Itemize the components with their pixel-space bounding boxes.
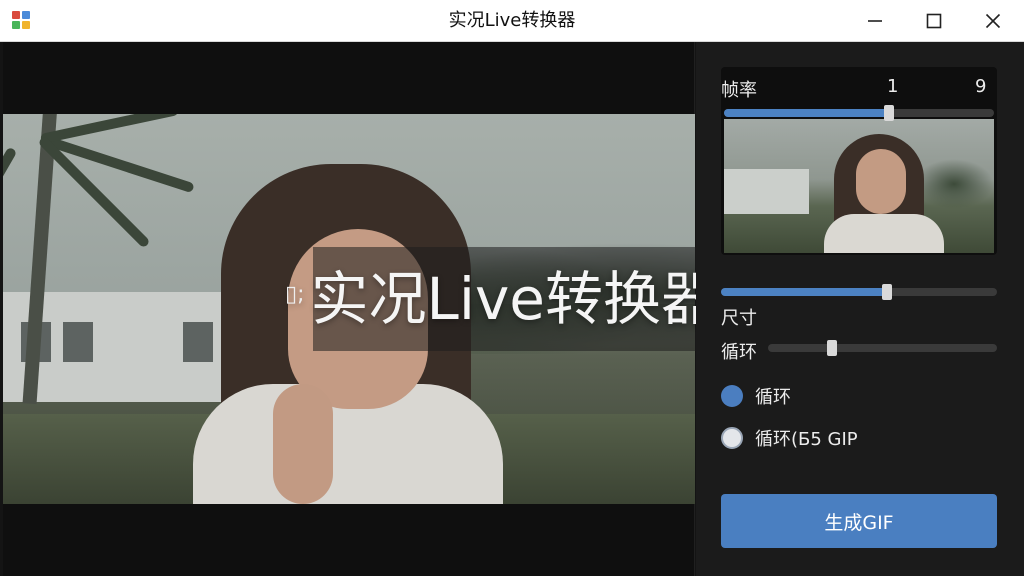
loop-slider-handle[interactable] <box>827 340 837 356</box>
maximize-button[interactable] <box>905 0 963 42</box>
video-preview[interactable]: ▯; 实况Live转换器 <box>3 42 727 576</box>
size-slider-handle[interactable] <box>882 284 892 300</box>
frame-rate-slider[interactable] <box>724 105 994 121</box>
frame-rate-value-right: 9 <box>975 76 987 97</box>
close-icon <box>985 13 1001 29</box>
close-button[interactable] <box>964 0 1022 42</box>
size-slider-fill <box>721 288 887 296</box>
main-area: ▯; 实况Live转换器 帧率 1 9 尺寸 循环 循环 循环(Б5 GIP 生… <box>0 42 1024 576</box>
person-hand <box>273 384 333 504</box>
overlay-title-text: 实况Live转换器 <box>310 265 719 333</box>
title-bar: 实况Live转换器 <box>0 0 1024 42</box>
minimize-button[interactable] <box>846 0 904 42</box>
size-slider[interactable] <box>721 284 997 300</box>
radio-unselected-icon[interactable] <box>721 427 743 449</box>
overlay-title: ▯; 实况Live转换器 <box>285 264 719 338</box>
radio-selected-icon[interactable] <box>721 385 743 407</box>
loop-label: 循环 <box>721 342 757 363</box>
option-loop-gif-label: 循环(Б5 GIP <box>755 429 858 450</box>
frame-rate-label: 帧率 <box>721 80 757 101</box>
maximize-icon <box>926 13 942 29</box>
loop-slider-fill <box>768 344 832 352</box>
minimize-icon <box>868 20 882 22</box>
loop-slider[interactable] <box>768 340 997 356</box>
option-loop-gif[interactable]: 循环(Б5 GIP <box>721 424 858 452</box>
option-loop[interactable]: 循环 <box>721 382 791 410</box>
settings-panel: 帧率 1 9 尺寸 循环 循环 循环(Б5 GIP 生成GIF <box>696 42 1024 576</box>
frame-rate-slider-handle[interactable] <box>884 105 894 121</box>
overlay-glyph: ▯; <box>285 281 305 307</box>
frame-rate-slider-fill <box>724 109 889 117</box>
thumbnail-card: 帧率 1 9 <box>721 67 997 255</box>
frame-rate-value-left: 1 <box>887 76 899 97</box>
option-loop-label: 循环 <box>755 387 791 408</box>
generate-gif-button[interactable]: 生成GIF <box>721 494 997 548</box>
thumbnail-image <box>724 119 994 253</box>
size-label: 尺寸 <box>721 308 757 329</box>
